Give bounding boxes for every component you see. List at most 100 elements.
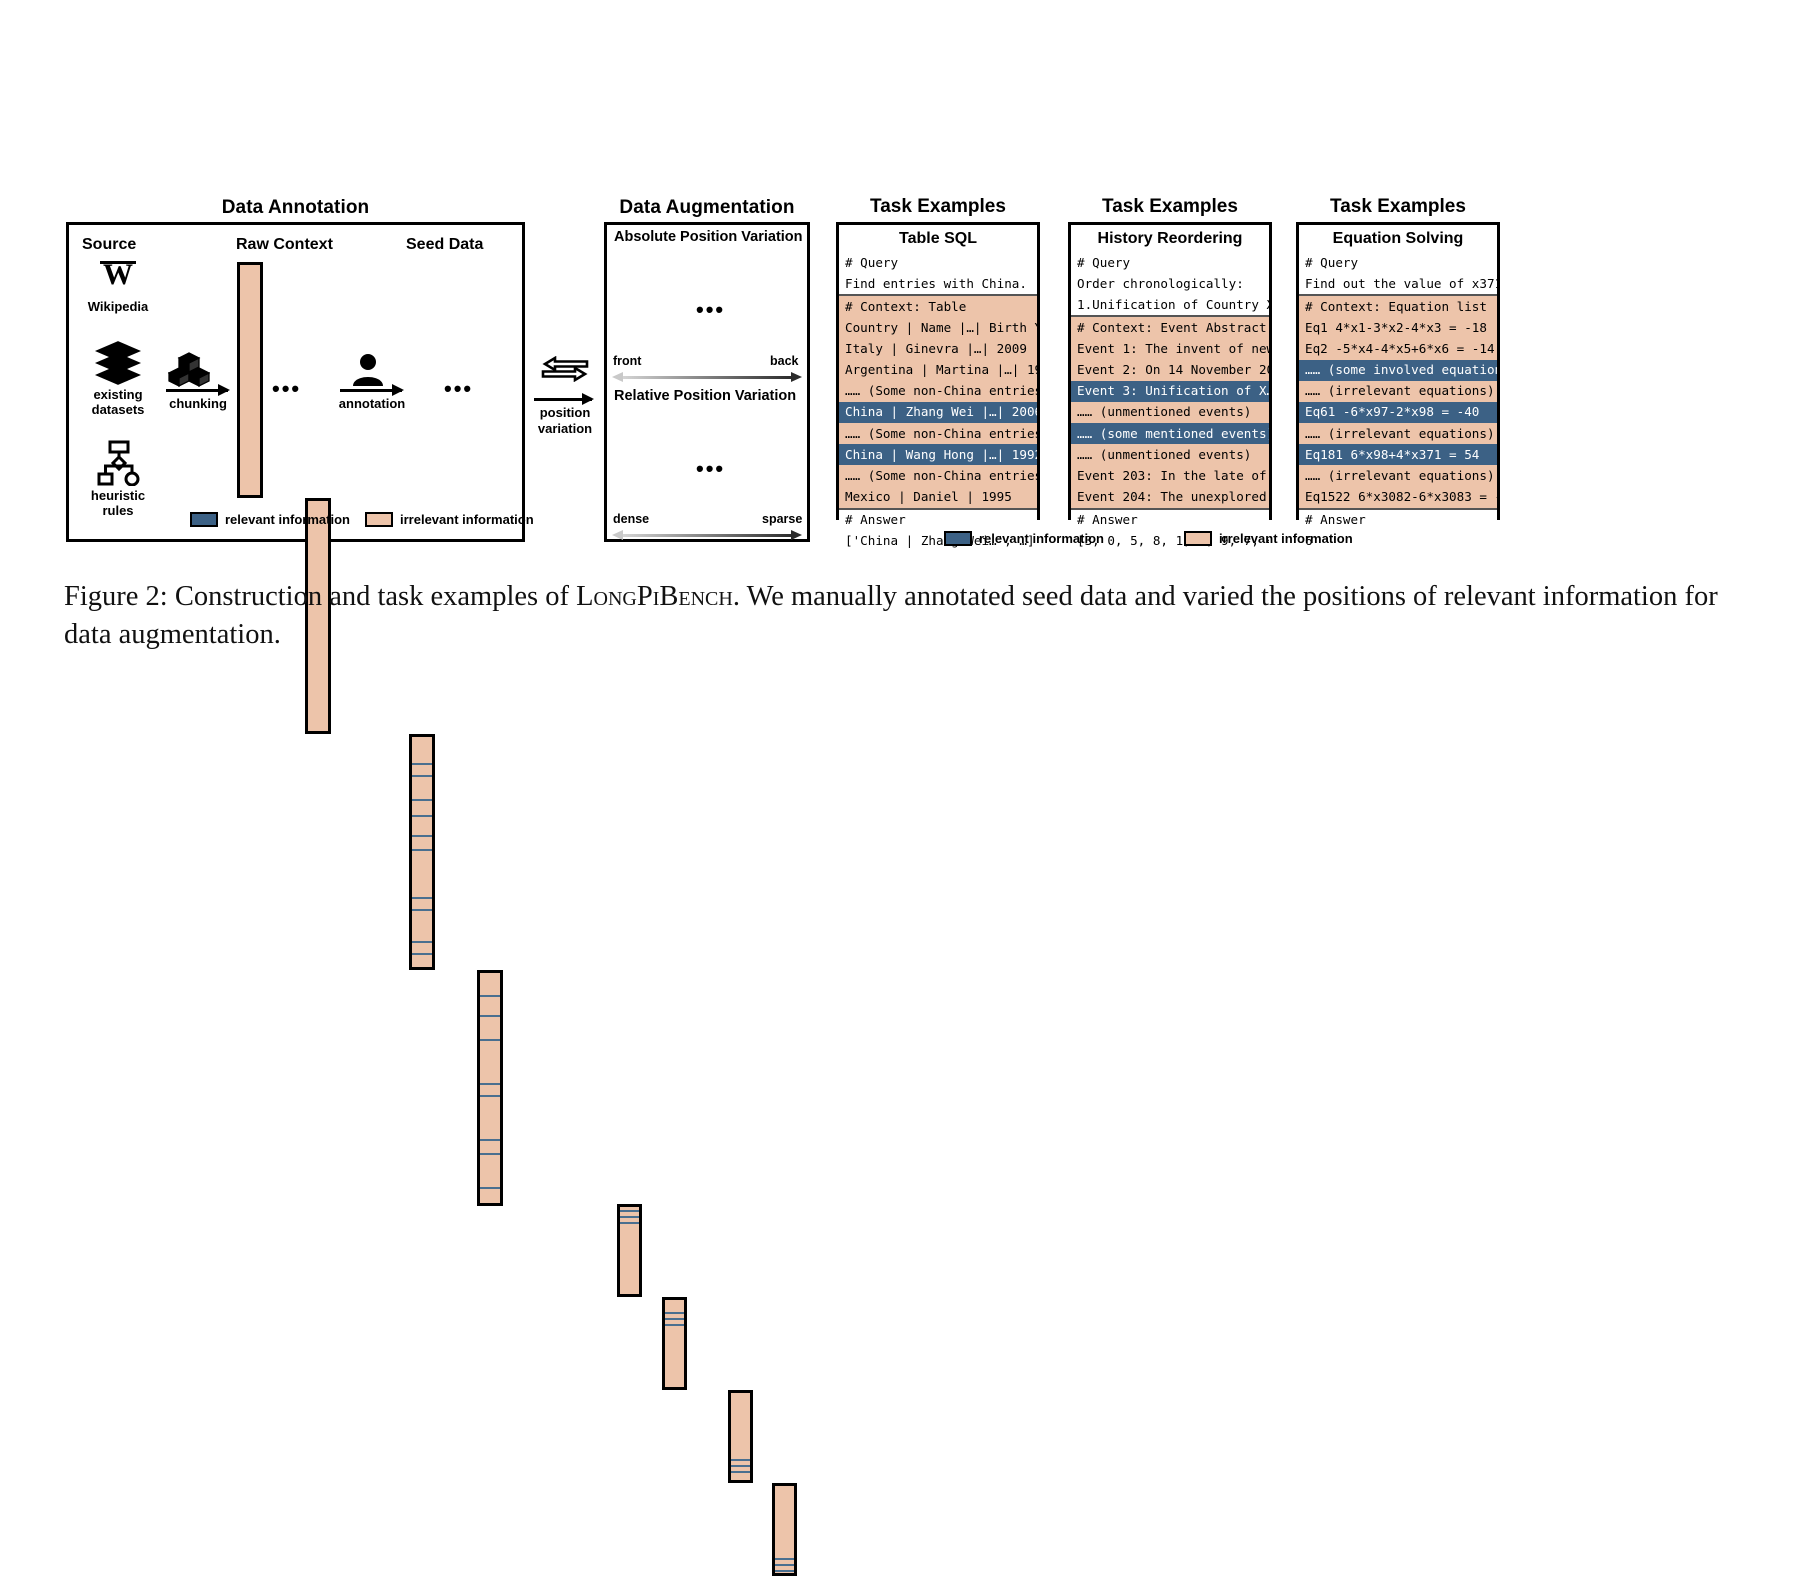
task-line: …… (irrelevant equations) xyxy=(1299,465,1497,487)
person-icon xyxy=(350,352,386,393)
chunking-arrow xyxy=(166,384,230,396)
source-label-heuristic-line1: heuristic xyxy=(90,488,146,503)
task-line: China | Zhang Wei |…| 2006 xyxy=(839,401,1037,423)
source-label-wikipedia: Wikipedia xyxy=(87,299,149,314)
position-variation-label-line1: position xyxy=(539,405,591,420)
figure-root: Data Annotation Source Raw Context Seed … xyxy=(0,0,1802,1576)
task-line: # Query xyxy=(1071,252,1269,274)
source-label-heuristic-rules: heuristic rules xyxy=(72,488,164,519)
task-line: Find out the value of x371 xyxy=(1299,273,1497,295)
annotation-arrow xyxy=(340,384,404,396)
relative-position-variation-title: Relative Position Variation xyxy=(614,388,797,404)
task-examples-header-2: Task Examples xyxy=(1102,196,1238,217)
seed-data-ellipsis: ••• xyxy=(444,376,474,401)
task-name-table-sql: Table SQL xyxy=(839,225,1037,252)
task-line: # Query xyxy=(839,252,1037,274)
absolute-left-end-label: front xyxy=(613,354,642,368)
task-panel-equation-solving: Equation Solving # Query Find out the val… xyxy=(1296,222,1500,552)
relative-ellipsis: ••• xyxy=(696,456,726,481)
source-label-existing-line2: datasets xyxy=(91,401,145,417)
task-name-equation-solving: Equation Solving xyxy=(1299,225,1497,252)
column-header-seed-data: Seed Data xyxy=(406,236,484,253)
caption-benchmark-long: Long xyxy=(576,581,637,612)
task-line: Eq2 -5*x4-4*x5+6*x6 = -14 xyxy=(1299,338,1497,360)
task-line: …… (Some non-China entries) xyxy=(839,380,1037,402)
column-header-source: Source xyxy=(82,236,137,253)
task-line: Eq1522 6*x3082-6*x3083 = -36 xyxy=(1299,486,1497,510)
task-line: Order chronologically: xyxy=(1071,273,1269,295)
task-panel-history-reordering: History Reordering # Query Order chronolo… xyxy=(1068,222,1272,552)
absolute-direction-arrow xyxy=(612,371,802,382)
figure-caption: Figure 2: Construction and task examples… xyxy=(64,578,1754,654)
task-line: Event 203: In the late of 19… xyxy=(1071,465,1269,487)
task-line: Eq61 -6*x97-2*x98 = -40 xyxy=(1299,401,1497,423)
absolute-bar-3 xyxy=(728,1390,753,1483)
absolute-bar-2 xyxy=(662,1297,687,1390)
absolute-ellipsis: ••• xyxy=(696,297,726,322)
legend-relevant-annotation: relevant information xyxy=(190,512,350,527)
seed-data-bar-1 xyxy=(409,734,435,970)
task-line: …… (Some non-China entries) xyxy=(839,465,1037,487)
task-examples-header-1: Task Examples xyxy=(870,196,1006,217)
position-variation-transition: position variation xyxy=(530,355,600,436)
task-line: 1.Unification of Country X,2… xyxy=(1071,294,1269,316)
caption-prefix: Figure 2: Construction and task examples… xyxy=(64,581,577,612)
relative-right-end-label: sparse xyxy=(762,512,803,526)
task-line: # Query xyxy=(1299,252,1497,274)
task-lines-table-sql: # Query Find entries with China. # Context… xyxy=(839,252,1037,552)
absolute-position-variation-title: Absolute Position Variation xyxy=(614,229,803,245)
bottom-legend-label-irrelevant: irrelevant information xyxy=(1219,531,1353,546)
task-line: Italy | Ginevra |…| 2009 xyxy=(839,338,1037,360)
bottom-legend-relevant: relevant information xyxy=(944,531,1104,546)
seed-data-bar-2 xyxy=(477,970,503,1206)
cubes-icon xyxy=(167,352,211,393)
task-line: …… (irrelevant equations) xyxy=(1299,423,1497,445)
source-label-existing-datasets: existing datasets xyxy=(72,387,164,418)
data-augmentation-panel xyxy=(604,222,810,542)
task-line: Eq181 6*x98+4*x371 = 54 xyxy=(1299,444,1497,466)
data-augmentation-title: Data Augmentation xyxy=(619,197,795,218)
position-variation-label: position variation xyxy=(524,405,606,436)
caption-benchmark-pi: Pi xyxy=(636,581,660,612)
legend-irrelevant-annotation: irrelevant information xyxy=(365,512,534,527)
task-line: …… (some involved equations) xyxy=(1299,359,1497,381)
task-line: # Context: Equation list xyxy=(1299,294,1497,318)
absolute-bar-4 xyxy=(772,1483,797,1576)
flowchart-icon xyxy=(97,440,141,491)
caption-benchmark-bench: Bench xyxy=(659,581,733,612)
task-line: Event 1: The invent of new … xyxy=(1071,338,1269,360)
task-line: Event 3: Unification of X… xyxy=(1071,380,1269,402)
column-header-raw-context: Raw Context xyxy=(236,236,333,253)
task-lines-history-reordering: # Query Order chronologically: 1.Unificati… xyxy=(1071,252,1269,552)
arrow-label-chunking: chunking xyxy=(169,396,227,411)
raw-context-bar-1 xyxy=(237,262,263,498)
task-line: # Answer xyxy=(839,509,1037,531)
task-examples-header-3: Task Examples xyxy=(1330,196,1466,217)
task-line: # Answer xyxy=(1071,509,1269,531)
task-line: …… (Some non-China entries) xyxy=(839,423,1037,445)
legend-swatch-relevant xyxy=(190,512,218,527)
task-line: # Context: Event Abstract xyxy=(1071,315,1269,339)
legend-swatch-irrelevant xyxy=(365,512,393,527)
task-panel-table-sql: Table SQL # Query Find entries with China… xyxy=(836,222,1040,552)
position-variation-arrow xyxy=(534,393,594,405)
task-line: Event 2: On 14 November 2001… xyxy=(1071,359,1269,381)
task-lines-equation-solving: # Query Find out the value of x371 # Conte… xyxy=(1299,252,1497,552)
arrow-label-annotation: annotation xyxy=(338,396,406,411)
absolute-right-end-label: back xyxy=(770,354,799,368)
source-label-heuristic-line2: rules xyxy=(102,502,134,518)
stacked-layers-icon xyxy=(94,340,142,391)
task-line: Find entries with China. xyxy=(839,273,1037,295)
task-line: Argentina | Martina |…| 1966 xyxy=(839,359,1037,381)
task-line: # Context: Table xyxy=(839,294,1037,318)
position-variation-label-line2: variation xyxy=(537,420,593,436)
wikipedia-icon: W xyxy=(84,258,152,295)
task-line: # Answer xyxy=(1299,509,1497,531)
relative-direction-arrow xyxy=(612,529,802,540)
legend-label-relevant: relevant information xyxy=(225,512,350,527)
task-line: Mexico | Daniel | 1995 xyxy=(839,486,1037,510)
task-name-history-reordering: History Reordering xyxy=(1071,225,1269,252)
source-label-existing-line1: existing xyxy=(93,387,143,402)
double-arrow-icon xyxy=(541,355,589,383)
task-line: Event 204: The unexplored … xyxy=(1071,486,1269,510)
